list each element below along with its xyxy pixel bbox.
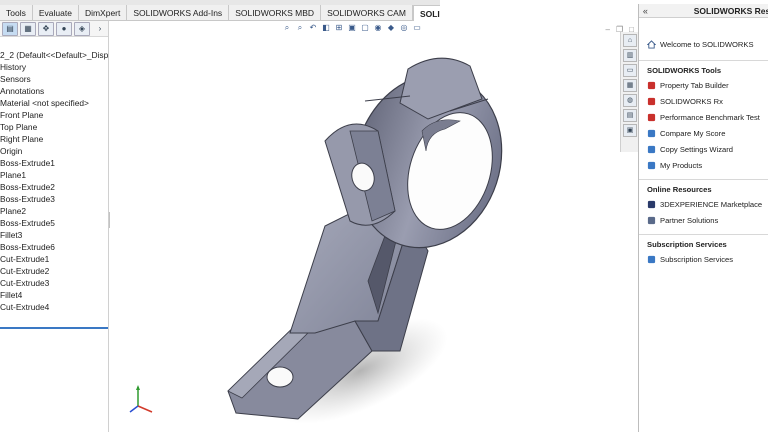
tools-section-title: SOLIDWORKS Tools [647,66,722,75]
tab-tools[interactable]: Tools [0,5,33,21]
appearances-icon[interactable]: ◍ [623,94,637,107]
tree-item[interactable]: Cut-Extrude4 [0,301,108,313]
task-pane-link[interactable]: Performance Benchmark Test [639,109,768,125]
tree-item[interactable]: Plane1 [0,169,108,181]
task-pane-header: « SOLIDWORKS Reso [639,4,768,18]
subscription-list: Subscription Services [639,251,768,267]
home-icon[interactable]: ⌂ [623,34,637,47]
subscription-section: Subscription Services Subscription Servi… [639,234,768,267]
collapse-chevron-icon[interactable]: « [639,6,652,16]
more-tabs-chevron-icon[interactable]: › [92,22,108,36]
tree-item[interactable]: Boss-Extrude5 [0,217,108,229]
tree-item[interactable]: Cut-Extrude3 [0,277,108,289]
feature-manager-toolbar: ▤ ▦ ✥ ● ◈ › [0,21,108,37]
tree-item[interactable]: Top Plane [0,121,108,133]
task-pane-link[interactable]: Partner Solutions [639,212,768,228]
tree-item[interactable]: Origin [0,145,108,157]
solidworks-window: Tools Evaluate DimXpert SOLIDWORKS Add-Ins S… [0,0,768,432]
base-hole [266,366,294,388]
benchmark-icon [647,113,656,121]
rollback-bar[interactable] [0,327,108,329]
task-pane-link-label: 3DEXPERIENCE Marketplace [660,199,763,209]
coordinate-triad [129,385,153,413]
task-pane-link-label: Property Tab Builder [660,80,729,90]
compare-icon [647,129,656,137]
task-pane-link-label: Copy Settings Wizard [660,144,734,154]
tree-item[interactable]: Annotations [0,85,108,97]
tree-item[interactable]: Fillet3 [0,229,108,241]
command-manager-tabs: Tools Evaluate DimXpert SOLIDWORKS Add-Ins S… [0,5,531,22]
products-icon [647,161,656,169]
property-tab-icon [647,81,656,89]
task-pane: « SOLIDWORKS Reso Welcome to SOLIDWORKS … [638,4,768,432]
tree-item[interactable]: Boss-Extrude3 [0,193,108,205]
graphics-area[interactable]: ⌕ ⌕ ↶ ◧ ⊞ ▣ ▢ ◉ ◆ ◎ ▭ – ❐ □ [110,21,638,432]
file-explorer-icon[interactable]: ▭ [623,64,637,77]
tab-solidworks-mbd[interactable]: SOLIDWORKS MBD [229,5,322,21]
configuration-tab-icon[interactable]: ✥ [38,21,54,36]
task-pane-link[interactable]: My Products [639,157,768,173]
subscription-section-title: Subscription Services [647,240,727,249]
feature-manager-panel: ▤ ▦ ✥ ● ◈ › 2_2 (Default<<Default>_Displ… [0,21,109,432]
partner-icon [647,216,656,224]
welcome-label: Welcome to SOLIDWORKS [660,39,754,49]
tree-item[interactable]: Plane2 [0,205,108,217]
tree-item[interactable]: History [0,61,108,73]
tools-section: SOLIDWORKS Tools Property Tab Builder SOL… [639,60,768,173]
task-pane-link[interactable]: Property Tab Builder [639,77,768,93]
property-manager-tab-icon[interactable]: ▦ [20,21,36,36]
tree-item[interactable]: Fillet4 [0,289,108,301]
task-pane-link[interactable]: Subscription Services [639,251,768,267]
task-pane-link-label: Partner Solutions [660,215,719,225]
task-pane-link[interactable]: 3DEXPERIENCE Marketplace [639,196,768,212]
marketplace-icon [647,200,656,208]
task-pane-link[interactable]: Compare My Score [639,125,768,141]
design-library-icon[interactable]: ▥ [623,49,637,62]
tree-item[interactable]: Sensors [0,73,108,85]
tab-solidworks-cam[interactable]: SOLIDWORKS CAM [321,5,413,21]
tree-item[interactable]: Material <not specified> [0,97,108,109]
task-pane-link-label: SOLIDWORKS Rx [660,96,723,106]
tab-gap [440,0,638,21]
tree-item[interactable]: Boss-Extrude1 [0,157,108,169]
solidworks-forum-icon[interactable]: ▣ [623,124,637,137]
display-manager-tab-icon[interactable]: ● [56,21,72,36]
online-list: 3DEXPERIENCE Marketplace Partner Solution… [639,196,768,228]
tree-item[interactable]: Boss-Extrude6 [0,241,108,253]
task-pane-link-label: Compare My Score [660,128,726,138]
online-section: Online Resources 3DEXPERIENCE Marketplac… [639,179,768,228]
task-pane-link-label: Subscription Services [660,254,734,264]
task-pane-link-label: My Products [660,160,703,170]
custom-properties-icon[interactable]: ▤ [623,109,637,122]
rx-icon [647,97,656,105]
cam-tab-icon[interactable]: ◈ [74,21,90,36]
tree-item[interactable]: Boss-Extrude2 [0,181,108,193]
tree-item[interactable]: Right Plane [0,133,108,145]
feature-tree-tab-icon[interactable]: ▤ [2,21,18,36]
online-section-title: Online Resources [647,185,712,194]
view-palette-icon[interactable]: ▦ [623,79,637,92]
tab-evaluate[interactable]: Evaluate [33,5,79,21]
tree-item[interactable]: Cut-Extrude2 [0,265,108,277]
part-model[interactable] [110,21,638,432]
tab-solidworks-add-ins[interactable]: SOLIDWORKS Add-Ins [127,5,230,21]
home-icon [647,39,656,49]
task-pane-link[interactable]: Copy Settings Wizard [639,141,768,157]
copy-settings-icon [647,145,656,153]
task-pane-link[interactable]: SOLIDWORKS Rx [639,93,768,109]
task-pane-tabs: ⌂ ▥ ▭ ▦ ◍ ▤ ▣ [620,32,638,152]
tools-list: Property Tab Builder SOLIDWORKS Rx Perform… [639,77,768,173]
feature-tree: 2_2 (Default<<Default>_Display History Se… [0,49,108,313]
task-pane-link-label: Performance Benchmark Test [660,112,760,122]
welcome-link[interactable]: Welcome to SOLIDWORKS [639,36,768,52]
task-pane-title: SOLIDWORKS Reso [693,5,768,16]
tree-item[interactable]: Front Plane [0,109,108,121]
tree-item[interactable]: Cut-Extrude1 [0,253,108,265]
tab-dimxpert[interactable]: DimXpert [79,5,128,21]
tree-root[interactable]: 2_2 (Default<<Default>_Display [0,49,108,61]
tree-filter-row [0,37,108,49]
subscription-icon [647,255,656,263]
